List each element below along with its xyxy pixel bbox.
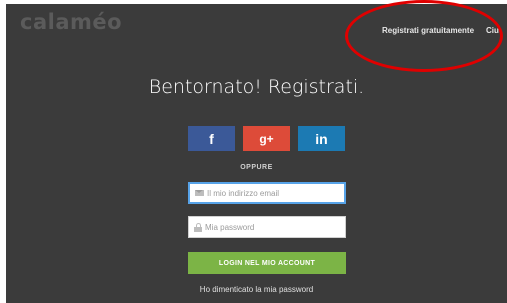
or-separator: OPPURE (240, 164, 273, 171)
password-input[interactable] (202, 222, 335, 232)
google-plus-icon: g+ (259, 131, 274, 146)
envelope-icon (195, 190, 204, 196)
email-field[interactable] (188, 182, 346, 204)
linkedin-login-button[interactable]: in (298, 126, 345, 151)
lock-icon (194, 222, 202, 232)
calameo-logo[interactable]: calaméo (20, 10, 122, 34)
login-screen: calaméo Registrati gratuitamente Ciu Ben… (6, 4, 507, 303)
linkedin-icon: in (315, 130, 328, 147)
login-button[interactable]: LOGIN NEL MIO ACCOUNT (188, 252, 346, 274)
email-input[interactable] (204, 188, 337, 198)
page-title: Bentornato! Registrati. (148, 76, 365, 98)
google-plus-login-button[interactable]: g+ (243, 126, 290, 151)
facebook-icon: f (209, 130, 214, 147)
forgot-password-link[interactable]: Ho dimenticato la mia password (6, 285, 507, 294)
nav-link-truncated[interactable]: Ciu (486, 26, 499, 35)
page: calaméo Registrati gratuitamente Ciu Ben… (0, 0, 507, 303)
register-link[interactable]: Registrati gratuitamente (382, 26, 474, 35)
password-field[interactable] (188, 216, 346, 238)
facebook-login-button[interactable]: f (188, 126, 235, 151)
